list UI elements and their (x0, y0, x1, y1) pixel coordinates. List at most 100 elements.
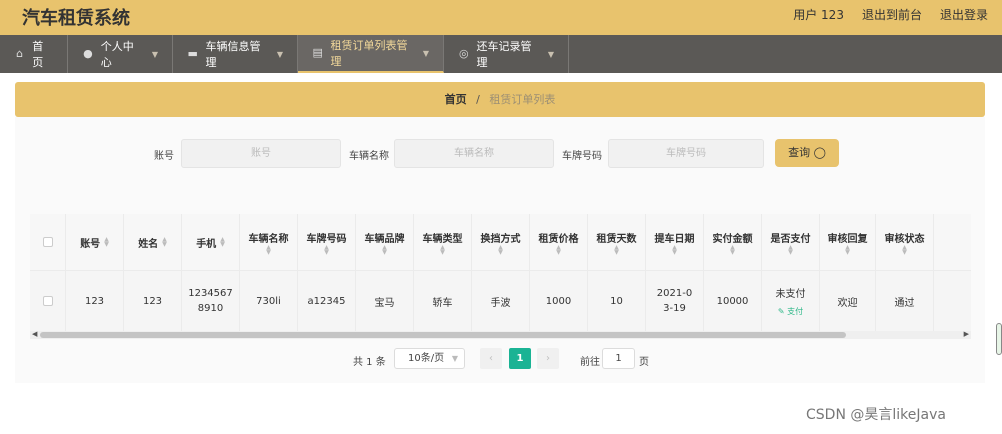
col-payment-status[interactable]: 是否支付 ▲ ▼ (762, 214, 820, 270)
sort-icon[interactable]: ▲ ▼ (498, 244, 503, 255)
main-nav: ⌂ 首页 ● 个人中心 ▼ ▬ 车辆信息管理 ▼ ▤ 租赁订单列表管理 ▼ ◎ … (0, 35, 1002, 73)
goto-page-input[interactable]: 1 (602, 348, 635, 369)
col-review-reply[interactable]: 审核回复 ▲ ▼ (820, 214, 876, 270)
cell-car-name: 730li (240, 271, 298, 331)
column-header: 车辆名称 (248, 233, 289, 245)
col-plate[interactable]: 车牌号码 ▲ ▼ (298, 214, 356, 270)
sort-icon[interactable]: ▲ ▼ (672, 244, 677, 255)
payment-status: 未支付 (775, 289, 806, 300)
pay-button[interactable]: ✎ 支付 (778, 306, 803, 317)
cell-paid-amount: 10000 (704, 271, 762, 331)
car-name-input[interactable]: 车辆名称 (394, 139, 554, 168)
nav-label: 首页 (32, 40, 44, 69)
cell-review-status: 通过 (876, 271, 934, 331)
chevron-down-icon: ▼ (451, 354, 458, 363)
sort-icon[interactable]: ▲ ▼ (440, 244, 445, 255)
column-header: 车牌号码 (306, 233, 347, 245)
sort-icon[interactable]: ▲ ▼ (788, 244, 793, 255)
cell-pickup-date: 2021-03-19 (646, 271, 704, 331)
col-brand[interactable]: 车辆品牌 ▲ ▼ (356, 214, 414, 270)
col-pickup-date[interactable]: 提车日期 ▲ ▼ (646, 214, 704, 270)
cell-days: 10 (588, 271, 646, 331)
column-header: 实付金额 (712, 233, 753, 245)
select-all-checkbox[interactable] (30, 214, 66, 270)
col-phone[interactable]: 手机 ▲ ▼ (182, 214, 240, 270)
user-icon: ● (83, 47, 93, 60)
sort-icon[interactable]: ▲ ▼ (266, 244, 271, 255)
search-bar: 账号 账号 车辆名称 车辆名称 车牌号码 车牌号码 查询 ◯ (0, 139, 1002, 169)
cell-gear: 手波 (472, 271, 530, 331)
col-gear[interactable]: 换挡方式 ▲ ▼ (472, 214, 530, 270)
account-input[interactable]: 账号 (181, 139, 341, 168)
col-account[interactable]: 账号 ▲ ▼ (66, 214, 124, 270)
chevron-right-icon: › (546, 353, 550, 364)
sort-icon[interactable]: ▲ ▼ (614, 244, 619, 255)
column-header: 账号 (80, 238, 101, 250)
breadcrumb-home[interactable]: 首页 (445, 93, 467, 106)
sort-icon[interactable]: ▲ ▼ (730, 244, 735, 255)
chevron-down-icon: ▼ (151, 49, 158, 59)
next-page-button[interactable]: › (537, 348, 559, 369)
user-menu: 用户 123 退出到前台 退出登录 (793, 6, 988, 23)
cell-price: 1000 (530, 271, 588, 331)
nav-item-home[interactable]: ⌂ 首页 (0, 35, 68, 73)
plate-input[interactable]: 车牌号码 (608, 139, 764, 168)
col-paid-amount[interactable]: 实付金额 ▲ ▼ (704, 214, 762, 270)
query-button[interactable]: 查询 ◯ (775, 139, 839, 167)
car-name-label: 车辆名称 (349, 151, 389, 162)
sort-icon[interactable]: ▲ ▼ (324, 244, 329, 255)
cell-overflow (934, 271, 971, 331)
col-car-name[interactable]: 车辆名称 ▲ ▼ (240, 214, 298, 270)
sort-icon[interactable]: ▲ ▼ (220, 237, 225, 248)
breadcrumb: 首页 / 租赁订单列表 (15, 82, 985, 117)
column-header: 提车日期 (654, 233, 695, 245)
front-link[interactable]: 退出到前台 (862, 6, 922, 23)
column-header: 租赁天数 (596, 233, 637, 245)
col-type[interactable]: 车辆类型 ▲ ▼ (414, 214, 472, 270)
nav-label: 个人中心 (100, 40, 134, 69)
sort-icon[interactable]: ▲ ▼ (845, 244, 850, 255)
scroll-left-icon[interactable]: ◀ (32, 330, 37, 338)
nav-item-orders[interactable]: ▤ 租赁订单列表管理 ▼ (298, 35, 444, 73)
sort-icon[interactable]: ▲ ▼ (556, 244, 561, 255)
side-handle[interactable] (996, 323, 1002, 355)
plate-label: 车牌号码 (562, 151, 602, 162)
nav-label: 车辆信息管理 (205, 40, 261, 69)
cell-plate: a12345 (298, 271, 356, 331)
goto-label: 前往 (580, 357, 600, 368)
sort-icon[interactable]: ▲ ▼ (902, 244, 907, 255)
watermark: CSDN @昊言likeJava (806, 407, 946, 423)
column-header: 换挡方式 (480, 233, 521, 245)
cell-name: 123 (124, 271, 182, 331)
col-review-status[interactable]: 审核状态 ▲ ▼ (876, 214, 934, 270)
edit-icon: ✎ (777, 307, 785, 316)
breadcrumb-current: 租赁订单列表 (489, 93, 556, 106)
col-name[interactable]: 姓名 ▲ ▼ (124, 214, 182, 270)
column-header: 车辆类型 (422, 233, 463, 245)
col-days[interactable]: 租赁天数 ▲ ▼ (588, 214, 646, 270)
nav-item-returns[interactable]: ◎ 还车记录管理 ▼ (444, 35, 569, 73)
sort-icon[interactable]: ▲ ▼ (162, 237, 167, 248)
orders-table: 账号 ▲ ▼ 姓名 ▲ ▼ 手机 ▲ ▼ 车辆名称 ▲ ▼ 车牌号码 ▲ ▼ 车辆品牌 ▲ ▼ 车辆类型… (30, 214, 971, 331)
sort-icon[interactable]: ▲ ▼ (382, 244, 387, 255)
column-header: 是否支付 (770, 233, 811, 245)
chevron-down-icon: ▼ (547, 49, 554, 59)
sort-icon[interactable]: ▲ ▼ (104, 237, 109, 248)
page-size-select[interactable]: 10条/页 ▼ (394, 348, 465, 369)
nav-item-profile[interactable]: ● 个人中心 ▼ (68, 35, 173, 73)
query-label: 查询 (788, 146, 811, 159)
scroll-right-icon[interactable]: ▶ (964, 330, 969, 338)
prev-page-button[interactable]: ‹ (480, 348, 502, 369)
nav-item-cars[interactable]: ▬ 车辆信息管理 ▼ (173, 35, 298, 73)
page-size-value: 10条/页 (408, 353, 445, 364)
horizontal-scrollbar[interactable]: ◀ ▶ (30, 330, 971, 339)
home-icon: ⌂ (16, 47, 24, 60)
logout-link[interactable]: 退出登录 (940, 6, 988, 23)
page-number-current[interactable]: 1 (509, 348, 531, 369)
table-row: 123 123 12345678910 730li a12345 宝马 轿车 手… (30, 271, 971, 331)
scrollbar-thumb[interactable] (40, 332, 846, 338)
column-header: 手机 (196, 238, 217, 250)
row-checkbox[interactable] (30, 271, 66, 331)
cell-phone: 12345678910 (182, 271, 240, 331)
col-price[interactable]: 租赁价格 ▲ ▼ (530, 214, 588, 270)
